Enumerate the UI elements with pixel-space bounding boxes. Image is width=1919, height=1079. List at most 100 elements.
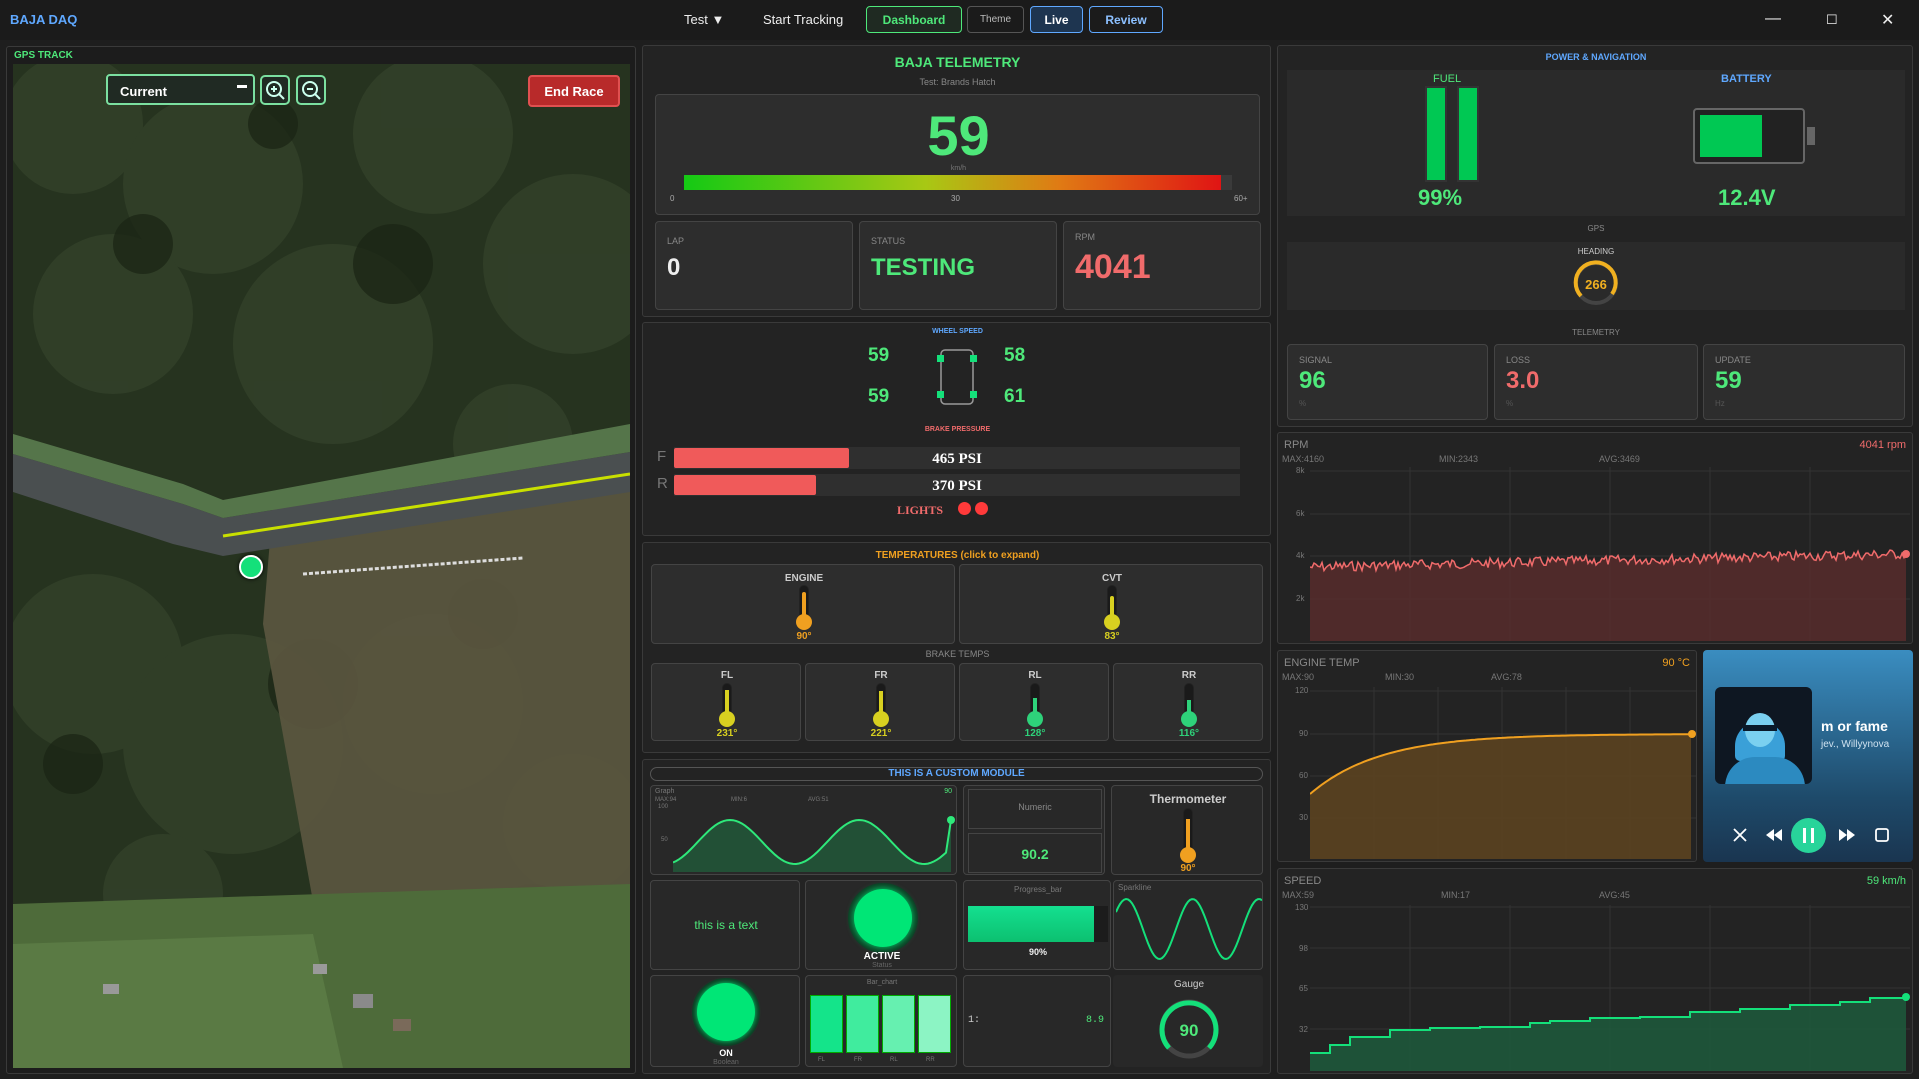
list-widget: 1: 8.9 — [963, 975, 1111, 1067]
zoom-in-icon — [266, 81, 285, 100]
status-led-value: ACTIVE — [863, 951, 901, 962]
brake-light-right-icon — [975, 502, 988, 515]
speed-chart-plot — [1310, 905, 1910, 1071]
graph-label: Graph — [655, 788, 675, 795]
bar-chart-label: Bar_chart — [866, 979, 898, 986]
close-button[interactable]: ✕ — [1881, 10, 1894, 30]
heading-card: HEADING 266 — [1287, 242, 1905, 310]
update-unit: Hz — [1715, 399, 1725, 408]
engine-temp-chart-title: ENGINE TEMP — [1284, 657, 1360, 669]
dashboard-button[interactable]: Dashboard — [866, 6, 962, 33]
zoom-out-button[interactable] — [296, 75, 326, 105]
boolean-led-icon — [697, 983, 755, 1041]
cvt-temp-label: CVT — [1102, 573, 1122, 584]
engine-temp-chart-avg: AVG:78 — [1491, 672, 1522, 682]
speed-tick-65: 65 — [1299, 984, 1308, 993]
rpm-tick-2k: 2k — [1296, 594, 1305, 603]
text-widget-value: this is a text — [694, 918, 758, 932]
boolean-label: Boolean — [713, 1059, 739, 1066]
temperatures-title[interactable]: TEMPERATURES (click to expand) — [643, 550, 1272, 561]
power-navigation-panel: POWER & NAVIGATION FUEL 99% BATTERY 12.4… — [1277, 45, 1913, 427]
battery-label: BATTERY — [1721, 73, 1772, 85]
telemetry-subtitle: Test: Brands Hatch — [919, 77, 996, 87]
minimize-button[interactable]: — — [1765, 10, 1781, 28]
rpm-label: RPM — [1075, 232, 1095, 242]
battery-fill — [1700, 115, 1762, 157]
zoom-in-button[interactable] — [260, 75, 290, 105]
cvt-thermometer-bulb-icon — [1104, 614, 1120, 630]
engine-tick-60: 60 — [1299, 771, 1308, 780]
thermometer-bulb-icon — [1180, 847, 1196, 863]
wheel-rl-speed: 59 — [868, 386, 890, 407]
maximize-button[interactable]: ☐ — [1826, 12, 1838, 28]
live-button[interactable]: Live — [1030, 6, 1083, 33]
engine-thermometer-bulb-icon — [796, 614, 812, 630]
status-card: STATUS TESTING — [859, 221, 1057, 310]
brake-pressure-title: BRAKE PRESSURE — [924, 426, 991, 433]
media-pause-button[interactable] — [1791, 818, 1826, 853]
thermometer-widget: Thermometer 90° — [1111, 785, 1263, 875]
speed-scale-min: 0 — [670, 194, 675, 203]
battery-icon — [1693, 108, 1805, 164]
gps-panel-title: GPS TRACK — [14, 50, 73, 61]
brake-front-label: F — [657, 448, 667, 465]
graph-current: 90 — [944, 788, 952, 795]
wheel-speed-diagram: 59 58 59 61 — [868, 345, 1076, 415]
rpm-chart-panel: RPM 4041 rpm MAX:4160 MIN:2343 AVG:3469 … — [1277, 432, 1913, 644]
update-value: 59 — [1715, 367, 1742, 394]
temperatures-panel[interactable]: TEMPERATURES (click to expand) ENGINE 90… — [642, 542, 1271, 753]
vehicle-position-marker — [239, 555, 263, 579]
thermometer-value: 90° — [1180, 863, 1196, 874]
sparkline-plot — [1116, 897, 1262, 961]
signal-value: 96 — [1299, 367, 1326, 394]
rpm-card: RPM 4041 — [1063, 221, 1261, 310]
brake-temps-title: BRAKE TEMPS — [925, 649, 990, 659]
view-select[interactable]: Current ▬ — [106, 74, 255, 105]
heading-value: 266 — [1585, 277, 1607, 292]
theme-button[interactable]: Theme — [967, 6, 1024, 33]
media-player-widget[interactable]: m or fame jev., Willyynova — [1703, 650, 1913, 862]
numeric-value: 90.2 — [968, 833, 1102, 873]
fuel-label: FUEL — [1433, 73, 1462, 85]
loss-label: LOSS — [1506, 355, 1531, 365]
test-menu[interactable]: Test ▼ — [684, 12, 724, 27]
engine-temp-chart-plot — [1310, 687, 1696, 859]
bar-fl-label: FL — [818, 1057, 826, 1063]
media-rewind-icon[interactable] — [1766, 829, 1782, 841]
engine-temp-card: ENGINE 90° — [651, 564, 955, 644]
graph-widget: Graph 90 MAX:94 MIN:6 AVG:51 100 50 — [650, 785, 957, 875]
rpm-chart-title: RPM — [1284, 439, 1309, 451]
text-widget: this is a text — [650, 880, 800, 970]
start-tracking-button[interactable]: Start Tracking — [763, 12, 843, 27]
media-stop-icon[interactable] — [1875, 828, 1889, 842]
fr-thermometer-bulb-icon — [873, 711, 889, 727]
bar-fr — [846, 995, 879, 1053]
rpm-tick-6k: 6k — [1296, 509, 1305, 518]
signal-card: SIGNAL 96 % — [1287, 344, 1488, 420]
boolean-widget[interactable]: ON Boolean — [650, 975, 800, 1067]
graph-min: MIN:6 — [731, 797, 748, 803]
lap-card: LAP 0 — [655, 221, 853, 310]
engine-tick-120: 120 — [1295, 686, 1309, 695]
update-label: UPDATE — [1715, 355, 1751, 365]
review-button[interactable]: Review — [1089, 6, 1163, 33]
bar-rl-label: RL — [890, 1057, 898, 1063]
media-fast-forward-icon[interactable] — [1839, 829, 1855, 841]
end-race-button[interactable]: End Race — [528, 75, 620, 107]
brake-temp-rl-card: RL 128° — [959, 663, 1109, 741]
status-value: TESTING — [871, 254, 976, 281]
lap-label: LAP — [667, 236, 685, 246]
brake-temp-fr-label: FR — [874, 670, 888, 681]
pause-icon — [1803, 828, 1814, 843]
speed-chart-panel: SPEED 59 km/h MAX:59 MIN:17 AVG:45 130 9… — [1277, 868, 1913, 1074]
list-value: 8.9 — [1085, 1015, 1104, 1026]
satellite-map[interactable] — [13, 64, 630, 1068]
rpm-chart-current: 4041 rpm — [1859, 439, 1906, 451]
cvt-temp-value: 83° — [1104, 631, 1120, 642]
brake-temp-rr-label: RR — [1181, 670, 1197, 681]
lap-value: 0 — [667, 254, 681, 281]
numeric-widget: Numeric 90.2 — [963, 785, 1105, 875]
custom-module-panel: THIS IS A CUSTOM MODULE Graph 90 MAX:94 … — [642, 759, 1271, 1074]
media-close-icon[interactable] — [1732, 827, 1748, 843]
media-artist: jev., Willyynova — [1821, 739, 1890, 750]
